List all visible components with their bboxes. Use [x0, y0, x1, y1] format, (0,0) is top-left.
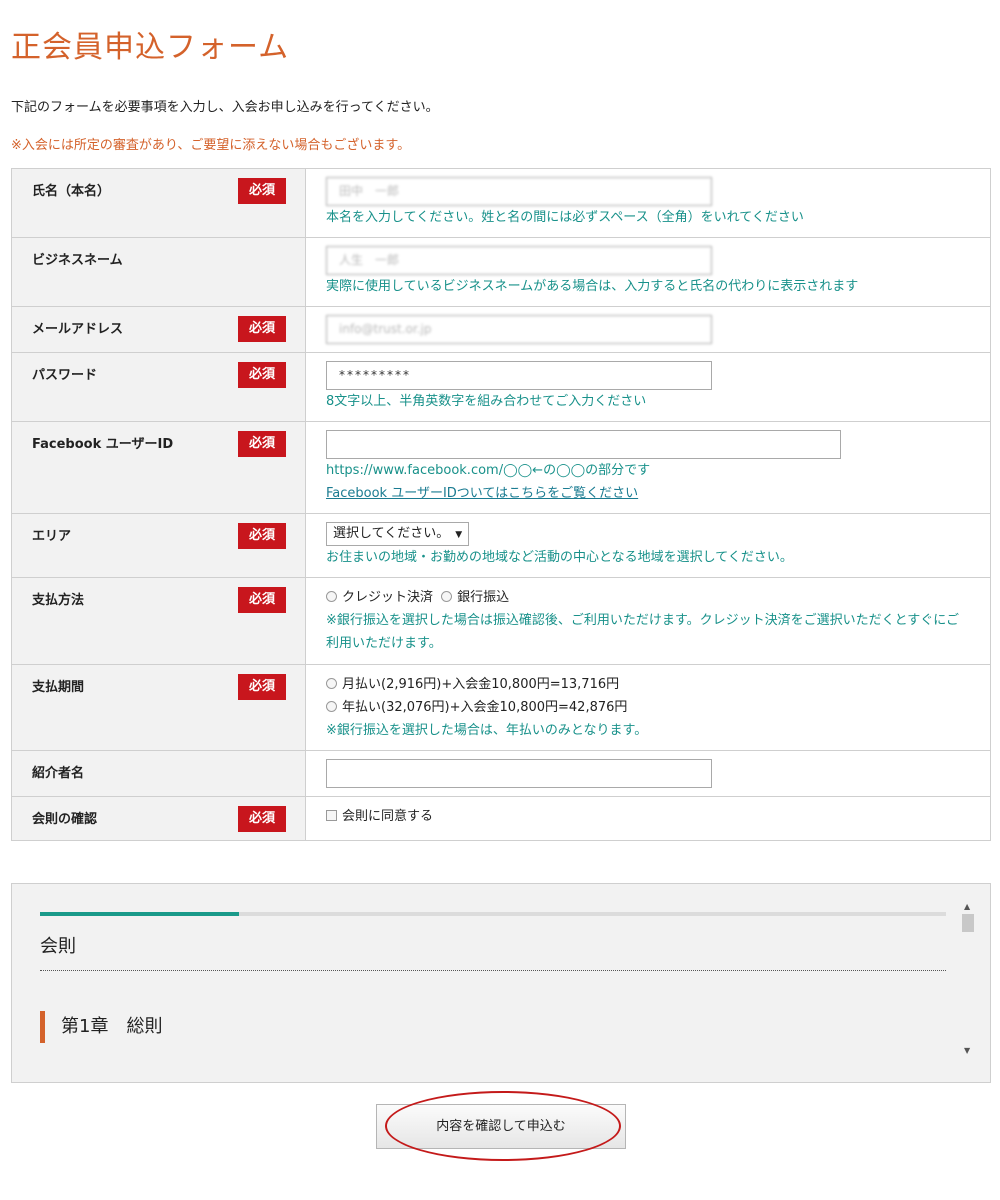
required-badge: 必須	[238, 523, 286, 549]
rules-progress-fill	[40, 912, 240, 916]
name-label: 氏名（本名）	[32, 184, 111, 199]
facebook-help-link[interactable]: Facebook ユーザーIDついてはこちらをご覧ください	[326, 486, 638, 501]
required-badge: 必須	[238, 587, 286, 613]
rules-scrollbar[interactable]: ▲ ▼	[960, 900, 976, 1060]
scroll-down-icon[interactable]: ▼	[964, 1046, 970, 1055]
scroll-thumb[interactable]	[962, 914, 974, 932]
required-badge: 必須	[238, 178, 286, 204]
chapter-heading: 第1章 総則	[40, 1011, 162, 1043]
radio-credit[interactable]: クレジット決済	[326, 590, 433, 605]
email-input[interactable]: info@trust.or.jp	[326, 315, 712, 344]
row-facebook: Facebook ユーザーID 必須 https://www.facebook.…	[11, 421, 991, 514]
rules-confirm-label: 会則の確認	[32, 812, 98, 827]
rules-title: 会則	[40, 936, 76, 957]
rules-divider	[40, 970, 946, 971]
agree-checkbox[interactable]: 会則に同意する	[326, 805, 970, 828]
referrer-input[interactable]	[326, 759, 712, 788]
radio-bank[interactable]: 銀行振込	[441, 590, 509, 605]
row-payment-method: 支払方法 必須 クレジット決済 銀行振込 ※銀行振込を選択した場合は振込確認後、…	[11, 577, 991, 665]
email-label: メールアドレス	[32, 322, 124, 337]
required-badge: 必須	[238, 806, 286, 832]
password-hint: 8文字以上、半角英数字を組み合わせてご入力ください	[326, 394, 647, 409]
payment-method-hint: ※銀行振込を選択した場合は振込確認後、ご利用いただけます。クレジット決済をご選択…	[326, 613, 959, 651]
required-badge: 必須	[238, 316, 286, 342]
row-business-name: ビジネスネーム 人生 一郎 実際に使用しているビジネスネームがある場合は、入力す…	[11, 237, 991, 307]
application-form: 氏名（本名） 必須 田中 一郎 本名を入力してください。姓と名の間には必ずスペー…	[11, 168, 991, 841]
payment-period-label: 支払期間	[32, 680, 85, 695]
radio-icon	[326, 701, 337, 712]
payment-method-label: 支払方法	[32, 593, 85, 608]
business-name-label: ビジネスネーム	[32, 253, 123, 268]
radio-icon	[441, 591, 453, 602]
row-password: パスワード 必須 ********* 8文字以上、半角英数字を組み合わせてご入力…	[11, 352, 991, 422]
page-title: 正会員申込フォーム	[11, 30, 290, 65]
radio-monthly[interactable]: 月払い(2,916円)+入会金10,800円=13,716円	[326, 673, 970, 696]
business-name-hint: 実際に使用しているビジネスネームがある場合は、入力すると氏名の代わりに表示されま…	[326, 279, 859, 294]
name-hint: 本名を入力してください。姓と名の間には必ずスペース（全角）をいれてください	[326, 210, 804, 225]
row-referrer: 紹介者名	[11, 750, 991, 797]
area-select[interactable]: 選択してください。 ▼	[326, 522, 470, 546]
submit-button[interactable]: 内容を確認して申込む	[376, 1104, 626, 1149]
checkbox-icon	[326, 810, 337, 821]
facebook-hint: https://www.facebook.com/◯◯←の◯◯の部分です	[326, 463, 651, 478]
required-badge: 必須	[238, 674, 286, 700]
row-name: 氏名（本名） 必須 田中 一郎 本名を入力してください。姓と名の間には必ずスペー…	[11, 168, 991, 238]
notice-text: ※入会には所定の審査があり、ご要望に添えない場合もございます。	[11, 138, 411, 153]
password-label: パスワード	[32, 368, 98, 383]
row-area: エリア 必須 選択してください。 ▼ お住まいの地域・お勤めの地域など活動の中心と…	[11, 513, 991, 578]
rules-progress-bar	[40, 912, 946, 916]
scroll-up-icon[interactable]: ▲	[964, 902, 970, 911]
rules-scroll-box[interactable]: 会則 第1章 総則 ▲ ▼	[11, 883, 991, 1083]
facebook-label: Facebook ユーザーID	[32, 437, 174, 452]
password-input[interactable]: *********	[326, 361, 712, 390]
facebook-id-input[interactable]	[326, 430, 841, 459]
row-email: メールアドレス 必須 info@trust.or.jp	[11, 306, 991, 353]
required-badge: 必須	[238, 362, 286, 388]
area-hint: お住まいの地域・お勤めの地域など活動の中心となる地域を選択してください。	[326, 550, 793, 565]
name-input[interactable]: 田中 一郎	[326, 177, 712, 206]
payment-period-hint: ※銀行振込を選択した場合は、年払いのみとなります。	[326, 723, 648, 738]
radio-icon	[326, 678, 337, 689]
business-name-input[interactable]: 人生 一郎	[326, 246, 712, 275]
dropdown-arrow-icon: ▼	[455, 530, 463, 540]
radio-icon	[326, 591, 337, 602]
referrer-label: 紹介者名	[32, 766, 85, 781]
row-rules-confirm: 会則の確認 必須 会則に同意する	[11, 796, 991, 841]
row-payment-period: 支払期間 必須 月払い(2,916円)+入会金10,800円=13,716円 年…	[11, 664, 991, 751]
area-label: エリア	[32, 529, 72, 544]
intro-text: 下記のフォームを必要事項を入力し、入会お申し込みを行ってください。	[11, 100, 439, 115]
required-badge: 必須	[238, 431, 286, 457]
radio-yearly[interactable]: 年払い(32,076円)+入会金10,800円=42,876円	[326, 696, 970, 719]
